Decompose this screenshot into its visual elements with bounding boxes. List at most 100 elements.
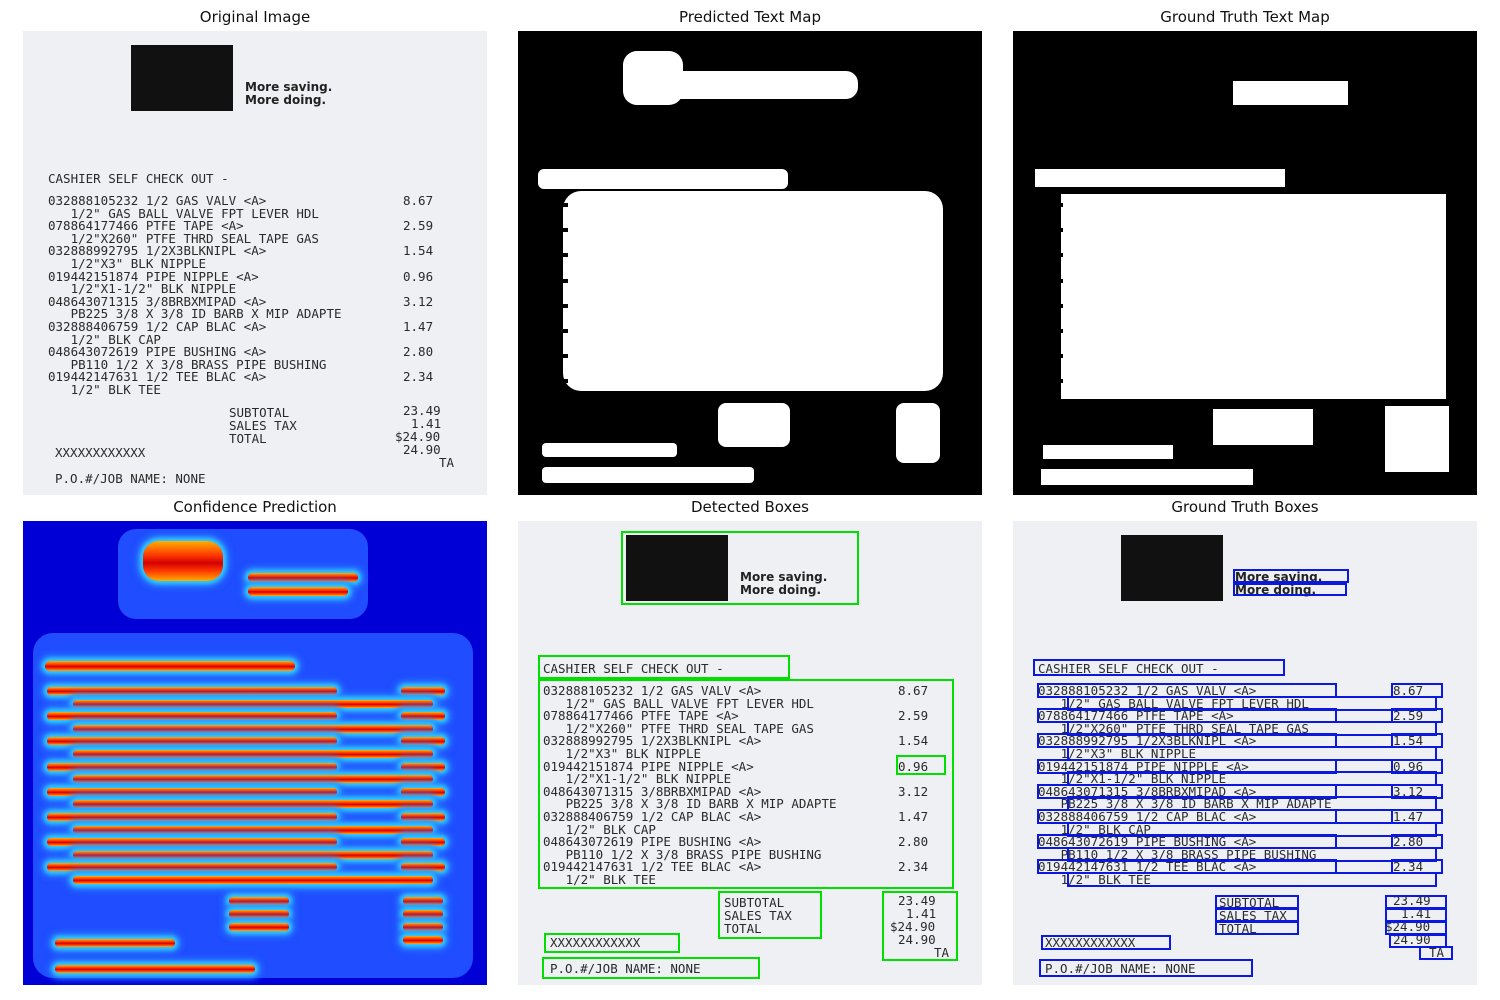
conf-line-hot: [47, 863, 337, 872]
map-gap: [1033, 303, 1063, 308]
po-job-name: P.O.#/JOB NAME: NONE: [55, 471, 206, 486]
tagline-2: More doing.: [245, 92, 327, 107]
item-line-price: 1.54: [403, 243, 434, 259]
pred-totals-blob: [896, 403, 940, 463]
gt-box-tagline2: [1233, 583, 1347, 596]
det-box-header: [538, 655, 790, 679]
conf-line-hot: [47, 813, 337, 821]
card-number: XXXXXXXXXXXX: [55, 445, 146, 460]
map-gap: [1033, 215, 1053, 220]
logo-tagline: More saving. More doing.: [245, 81, 332, 106]
item-line-price: 2.34: [403, 369, 434, 385]
gt-po-bar: [1041, 469, 1253, 485]
conf-logo-hot: [143, 541, 223, 581]
conf-line-hot: [47, 762, 337, 771]
map-gap: [538, 379, 568, 384]
conf-total-hot: [403, 923, 443, 931]
gt-box-tagline1: [1233, 569, 1349, 583]
receipt-header: CASHIER SELF CHECK OUT -: [48, 171, 229, 186]
item-line-price: 2.59: [403, 218, 434, 234]
det-box-items: [538, 679, 954, 889]
gt-header-bar: [1035, 169, 1285, 187]
title-detected-boxes: Detected Boxes: [690, 498, 809, 516]
map-gap: [1033, 316, 1053, 321]
det-box-po: [542, 957, 760, 979]
map-gap: [538, 215, 558, 220]
map-gap: [1033, 291, 1053, 296]
map-gap: [1033, 278, 1063, 283]
gt-box-line: [1067, 872, 1437, 887]
map-gap: [1033, 253, 1063, 258]
map-gap: [538, 316, 558, 321]
gt-totals-block: [1385, 406, 1449, 472]
map-gap: [1033, 266, 1053, 270]
conf-total-hot: [403, 910, 443, 918]
ta-label: TA: [439, 455, 455, 470]
det-box-logo: [621, 531, 859, 605]
conf-line-hot: [47, 838, 337, 847]
title-ground-truth-boxes: Ground Truth Boxes: [1171, 498, 1319, 516]
title-ground-truth-text-map: Ground Truth Text Map: [1160, 8, 1330, 26]
home-depot-logo: [1121, 535, 1223, 601]
item-line-price: 1.47: [403, 319, 434, 334]
title-predicted-text-map: Predicted Text Map: [679, 8, 821, 26]
map-gap: [538, 266, 558, 270]
total-label: TOTAL: [229, 431, 267, 446]
conf-line-hot: [73, 825, 433, 834]
map-gap: [538, 291, 558, 296]
map-gap: [1033, 379, 1063, 384]
item-line-price: 3.12: [403, 293, 434, 309]
conf-line-hot: [73, 699, 433, 708]
map-gap: [1033, 354, 1063, 359]
pred-items-blob: [563, 191, 943, 391]
item-line-price: 8.67: [403, 193, 434, 208]
ground-truth-boxes-panel: More saving. More doing. CASHIER SELF CH…: [1013, 521, 1477, 985]
conf-line-hot: [47, 712, 337, 721]
conf-header-hot: [45, 661, 295, 671]
conf-tagline2-hot: [248, 587, 348, 596]
conf-price-hot: [401, 762, 445, 771]
map-gap: [538, 303, 568, 308]
conf-line-hot: [47, 737, 337, 746]
conf-price-hot: [401, 813, 445, 821]
conf-line-hot: [73, 800, 433, 809]
map-gap: [538, 341, 558, 346]
conf-line-hot: [73, 876, 433, 884]
title-original: Original Image: [199, 8, 311, 26]
gt-box-ta: [1419, 946, 1453, 960]
conf-line-hot: [47, 787, 337, 796]
map-gap: [1033, 228, 1063, 233]
conf-line-hot: [73, 775, 433, 784]
det-box-price: [896, 755, 946, 775]
gt-card-bar: [1043, 445, 1173, 459]
det-box-totals: [882, 891, 958, 961]
conf-line-hot: [47, 687, 337, 695]
det-box-summary: [718, 891, 822, 939]
gt-tagline-bar: [1233, 81, 1348, 105]
map-gap: [538, 253, 568, 258]
map-gap: [1033, 341, 1053, 346]
map-gap: [1033, 329, 1063, 333]
conf-price-hot: [401, 712, 445, 721]
conf-summary-hot: [229, 923, 289, 931]
conf-summary-hot: [229, 910, 289, 918]
confidence-prediction-panel: [23, 521, 487, 985]
conf-price-hot: [401, 787, 445, 796]
conf-line-hot: [73, 724, 433, 733]
map-gap: [538, 354, 568, 359]
conf-tagline1-hot: [248, 573, 358, 582]
ground-truth-text-map-panel: [1013, 31, 1477, 495]
map-gap: [538, 329, 568, 333]
item-line-price: 0.96: [403, 268, 434, 284]
item-line-price: 2.80: [403, 344, 434, 360]
pred-header-blob: [538, 169, 788, 189]
conf-tender-hot: [403, 936, 443, 944]
det-box-card: [544, 933, 680, 953]
gt-box-total: [1385, 908, 1447, 922]
map-gap: [1033, 203, 1063, 207]
gt-box-total: [1385, 895, 1447, 909]
pred-card-blob: [542, 443, 677, 457]
title-confidence-prediction: Confidence Prediction: [173, 498, 337, 516]
conf-total-hot: [403, 897, 443, 905]
predicted-text-map-panel: [518, 31, 982, 495]
